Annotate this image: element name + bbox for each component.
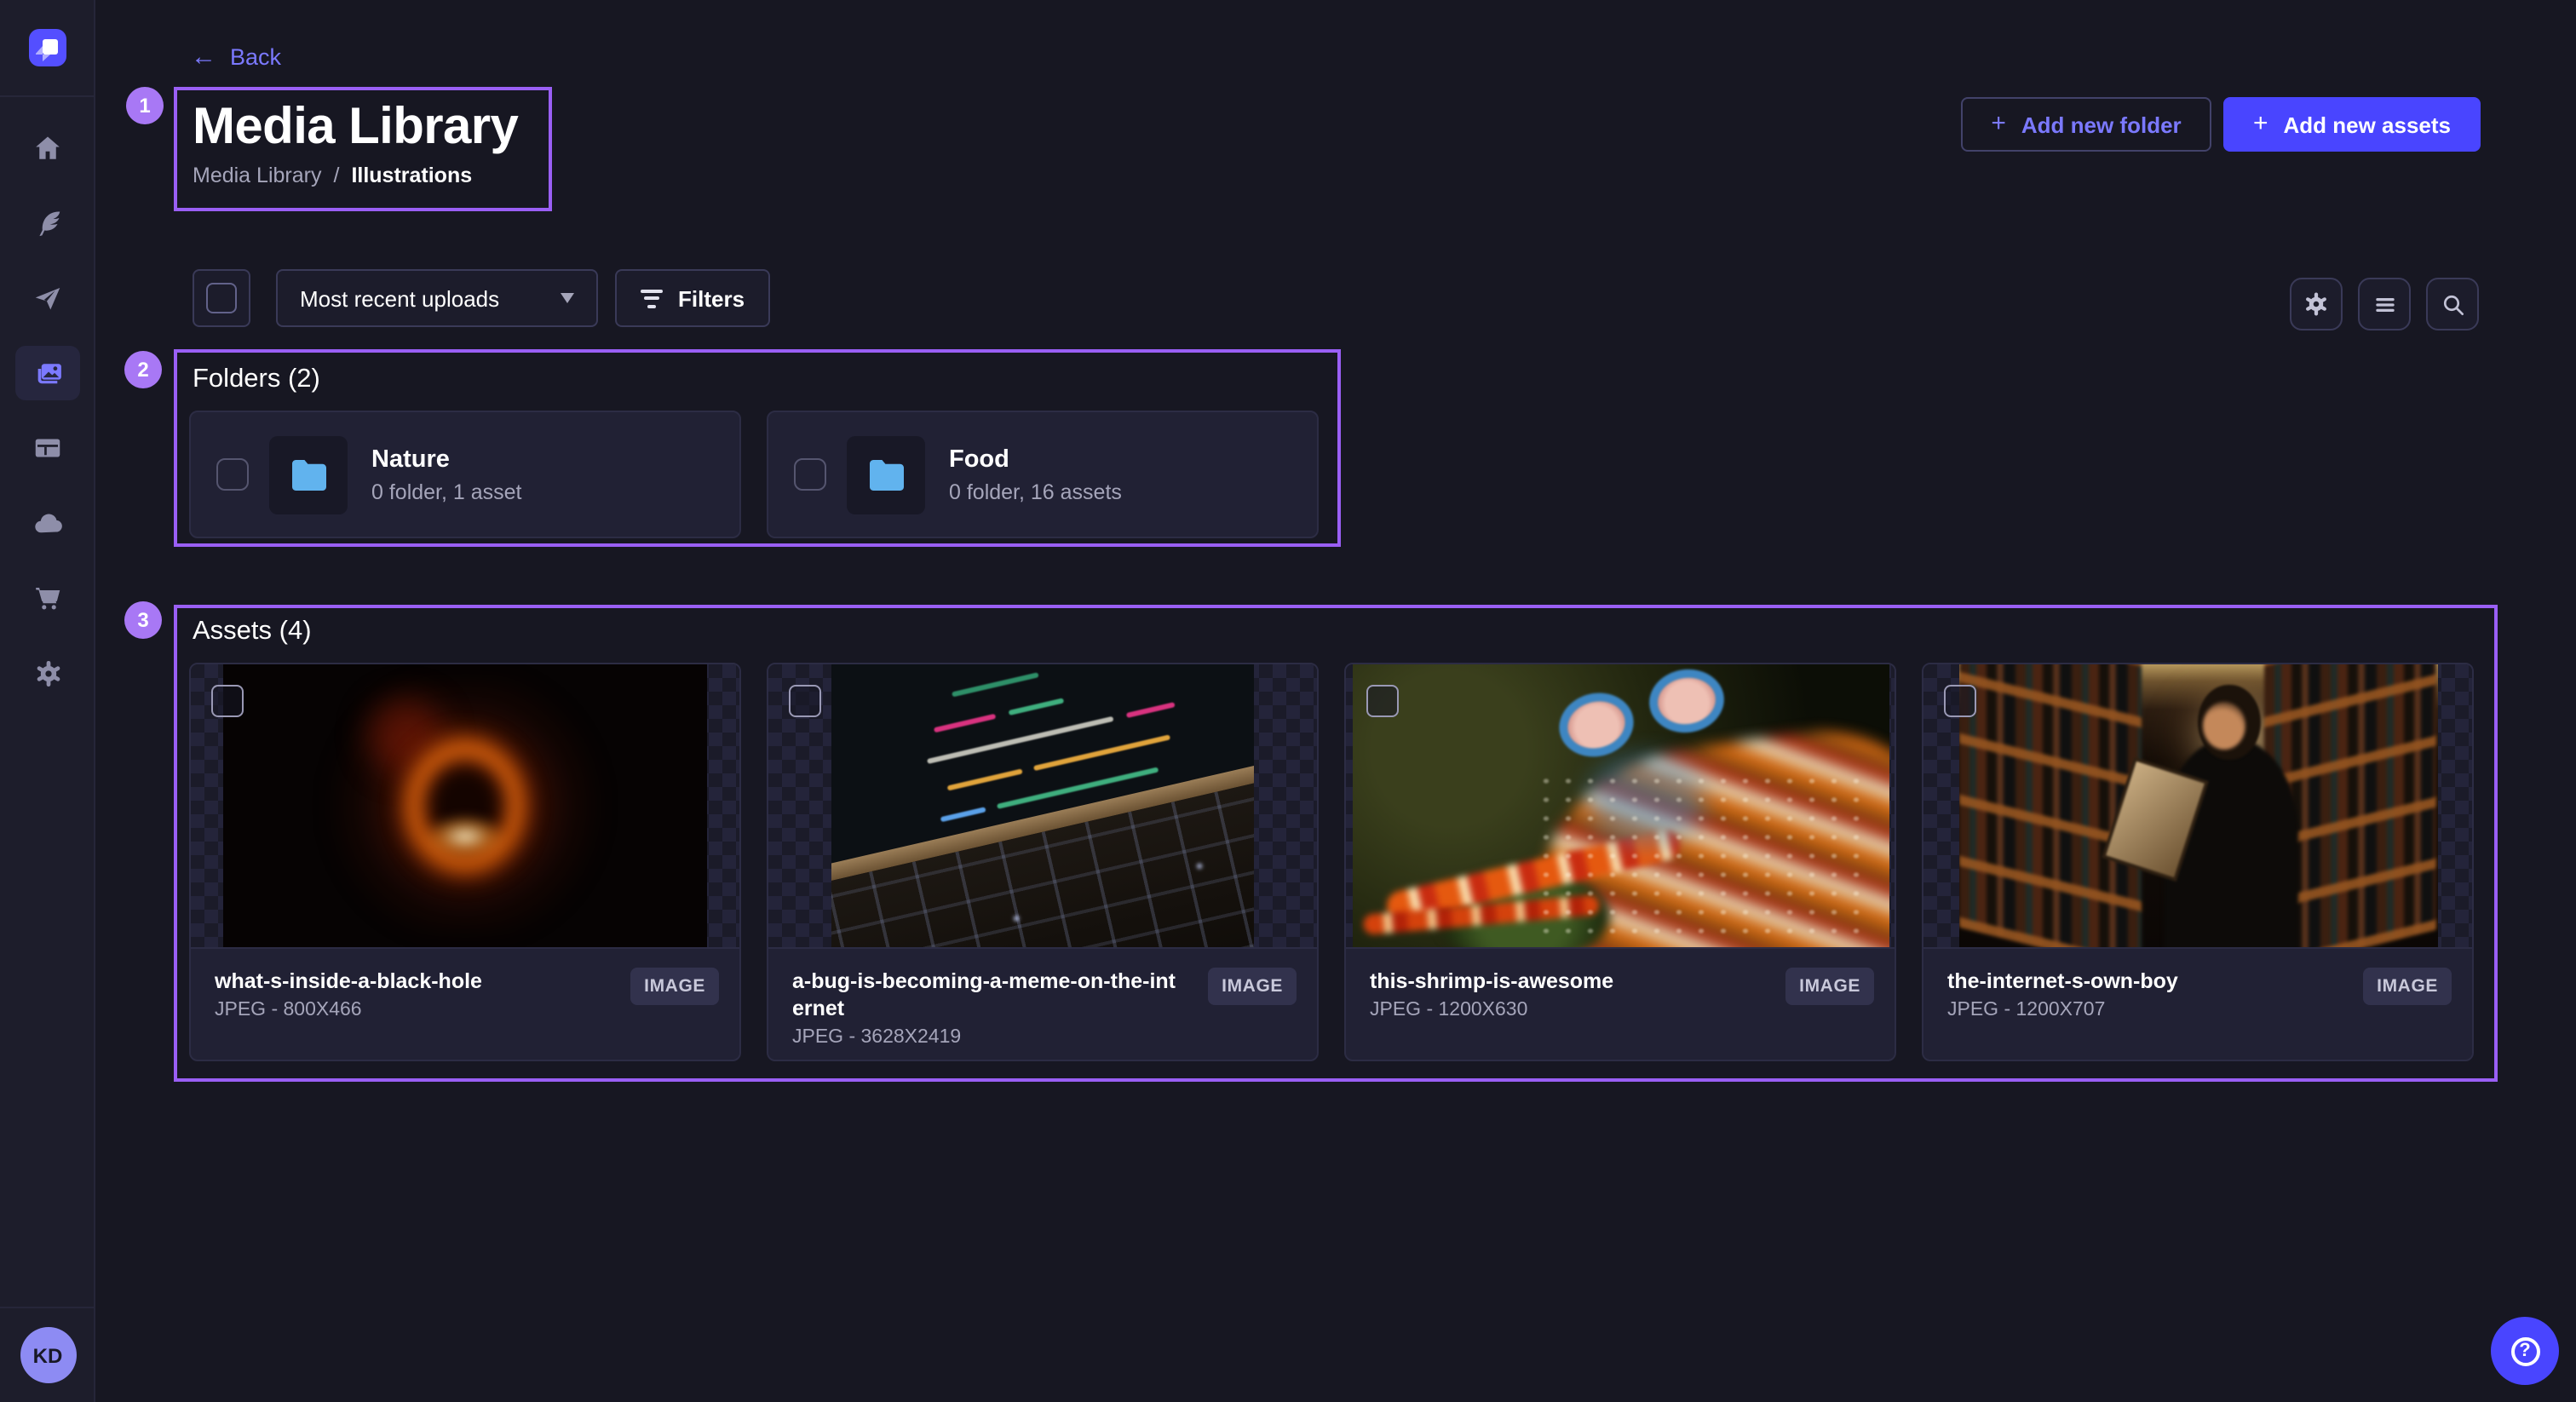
layout-icon xyxy=(32,433,63,463)
checkbox[interactable] xyxy=(1944,685,1976,717)
search-icon xyxy=(2439,290,2466,318)
avatar[interactable]: KD xyxy=(20,1327,76,1383)
checkbox[interactable] xyxy=(794,458,826,491)
folders-heading: Folders (2) xyxy=(193,365,320,395)
list-icon xyxy=(2371,290,2398,318)
folder-text: Nature 0 folder, 1 asset xyxy=(371,445,522,504)
sidebar-nav xyxy=(0,95,95,710)
annotation-circle-2: 2 xyxy=(124,351,162,388)
add-new-assets-button[interactable]: + Add new assets xyxy=(2223,97,2481,152)
sort-select[interactable]: Most recent uploads xyxy=(276,269,598,327)
add-new-folder-button[interactable]: + Add new folder xyxy=(1961,97,2211,152)
checkbox[interactable] xyxy=(789,685,821,717)
folder-card-nature[interactable]: Nature 0 folder, 1 asset xyxy=(189,411,741,538)
asset-type-badge: IMAGE xyxy=(630,968,719,1005)
gear-icon xyxy=(2302,290,2331,319)
black-hole-image xyxy=(223,664,707,947)
breadcrumb-parent[interactable]: Media Library xyxy=(193,164,321,187)
asset-preview xyxy=(768,664,1317,947)
annotation-box-title: Media Library Media Library / Illustrati… xyxy=(174,87,552,211)
folder-meta: 0 folder, 16 assets xyxy=(949,480,1122,504)
folder-tile xyxy=(847,435,925,514)
breadcrumb-current: Illustrations xyxy=(351,164,472,187)
sidebar-item-marketplace[interactable] xyxy=(0,560,95,635)
checkbox[interactable] xyxy=(1366,685,1399,717)
asset-meta: JPEG - 3628X2419 xyxy=(792,1027,1293,1048)
annotation-circle-1: 1 xyxy=(126,87,164,124)
annotation-circle-3: 3 xyxy=(124,601,162,639)
add-new-folder-label: Add new folder xyxy=(2021,112,2182,137)
mantis-shrimp-image xyxy=(1352,664,1889,947)
search-button[interactable] xyxy=(2426,278,2479,330)
sidebar-item-settings[interactable] xyxy=(0,635,95,710)
folder-card-food[interactable]: Food 0 folder, 16 assets xyxy=(767,411,1319,538)
asset-card-shrimp[interactable]: this-shrimp-is-awesome JPEG - 1200X630 I… xyxy=(1344,663,1896,1061)
help-button[interactable]: ? xyxy=(2491,1317,2559,1385)
asset-type-badge: IMAGE xyxy=(1208,968,1297,1005)
strapi-logo-icon xyxy=(28,29,66,66)
sort-select-value: Most recent uploads xyxy=(300,285,499,311)
settings-button[interactable] xyxy=(2290,278,2343,330)
plus-icon: + xyxy=(1991,112,2006,136)
paper-plane-icon xyxy=(32,283,63,313)
question-mark-icon: ? xyxy=(2510,1336,2539,1365)
chevron-down-icon xyxy=(561,293,574,303)
sidebar-item-cloud[interactable] xyxy=(0,486,95,560)
home-icon xyxy=(32,133,63,164)
asset-type-badge: IMAGE xyxy=(2363,968,2452,1005)
folder-tile xyxy=(269,435,348,514)
cloud-icon xyxy=(32,507,64,539)
asset-preview xyxy=(191,664,739,947)
folder-meta: 0 folder, 1 asset xyxy=(371,480,522,504)
asset-footer: a-bug-is-becoming-a-meme-on-the-internet… xyxy=(768,947,1317,1061)
strapi-logo-wrap[interactable] xyxy=(0,0,94,97)
asset-card-internets-own-boy[interactable]: the-internet-s-own-boy JPEG - 1200X707 I… xyxy=(1922,663,2474,1061)
media-library-icon xyxy=(32,357,64,389)
checkbox[interactable] xyxy=(211,685,244,717)
checkbox[interactable] xyxy=(216,458,249,491)
cart-icon xyxy=(32,583,63,613)
feather-icon xyxy=(32,208,63,238)
page-title: Media Library xyxy=(193,99,533,157)
back-link[interactable]: ← Back xyxy=(191,44,281,70)
filters-button[interactable]: Filters xyxy=(615,269,770,327)
gear-icon xyxy=(32,657,64,689)
sidebar-item-home[interactable] xyxy=(0,111,95,186)
back-arrow-icon: ← xyxy=(191,46,216,68)
filters-label: Filters xyxy=(678,285,745,311)
sidebar-item-media-library[interactable] xyxy=(0,336,95,411)
asset-footer: what-s-inside-a-black-hole JPEG - 800X46… xyxy=(191,947,739,1061)
sidebar: KD xyxy=(0,0,95,1402)
filter-icon xyxy=(641,289,663,307)
folder-icon xyxy=(287,457,330,491)
breadcrumb-separator: / xyxy=(333,164,339,187)
asset-card-black-hole[interactable]: what-s-inside-a-black-hole JPEG - 800X46… xyxy=(189,663,741,1061)
folder-text: Food 0 folder, 16 assets xyxy=(949,445,1122,504)
sidebar-footer: KD xyxy=(0,1307,95,1402)
checkbox xyxy=(206,283,237,313)
laptop-code-image xyxy=(831,664,1254,947)
asset-preview xyxy=(1923,664,2472,947)
asset-footer: the-internet-s-own-boy JPEG - 1200X707 I… xyxy=(1923,947,2472,1061)
asset-preview xyxy=(1346,664,1895,947)
plus-icon: + xyxy=(2253,112,2268,136)
sidebar-item-content-manager[interactable] xyxy=(0,411,95,486)
list-view-button[interactable] xyxy=(2358,278,2411,330)
asset-type-badge: IMAGE xyxy=(1785,968,1874,1005)
assets-heading: Assets (4) xyxy=(193,617,312,647)
back-label: Back xyxy=(230,44,281,70)
add-new-assets-label: Add new assets xyxy=(2284,112,2452,137)
folder-icon xyxy=(865,457,907,491)
breadcrumb: Media Library / Illustrations xyxy=(193,164,533,187)
library-portrait-image xyxy=(1958,664,2437,947)
asset-card-bug-meme[interactable]: a-bug-is-becoming-a-meme-on-the-internet… xyxy=(767,663,1319,1061)
folder-name: Food xyxy=(949,445,1122,475)
sidebar-item-content-builder[interactable] xyxy=(0,186,95,261)
sidebar-item-releases[interactable] xyxy=(0,261,95,336)
select-all-checkbox[interactable] xyxy=(193,269,250,327)
asset-footer: this-shrimp-is-awesome JPEG - 1200X630 I… xyxy=(1346,947,1895,1061)
folder-name: Nature xyxy=(371,445,522,475)
media-library-page: KD ← Back 1 Media Library Media Library … xyxy=(0,0,2576,1402)
